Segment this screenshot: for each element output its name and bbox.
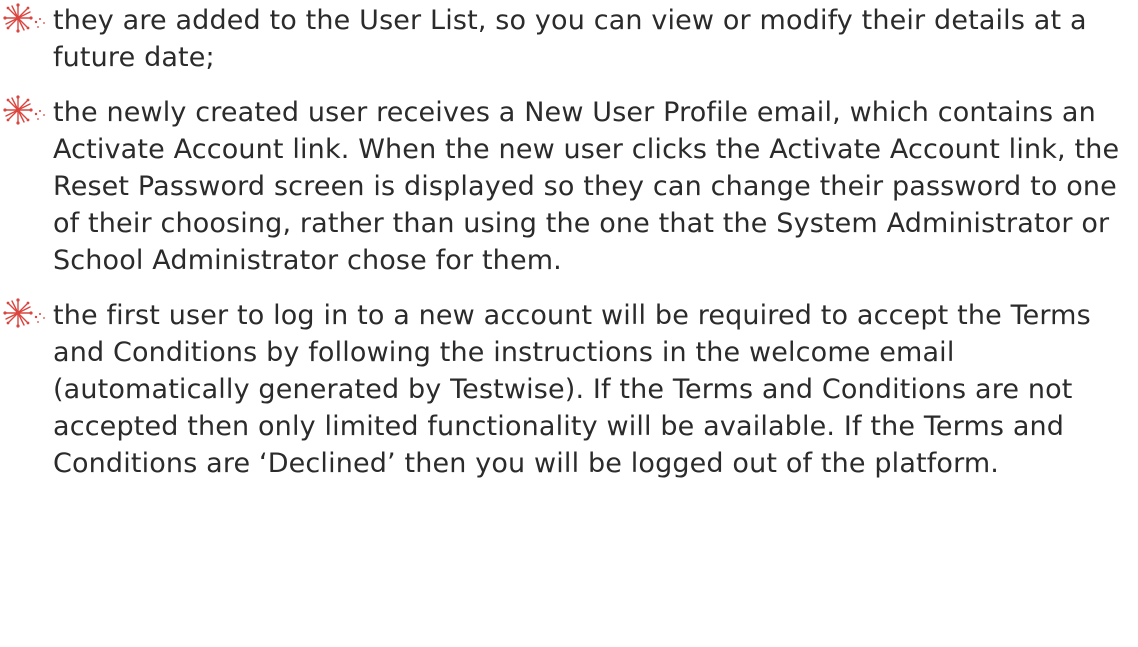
sparkle-star-icon [0, 2, 52, 39]
bullet-text: the first user to log in to a new accoun… [53, 300, 1091, 479]
list-item: the first user to log in to a new accoun… [0, 297, 1138, 482]
bullet-text: the newly created user receives a New Us… [53, 97, 1120, 276]
bullet-text: they are added to the User List, so you … [53, 5, 1087, 73]
sparkle-star-icon [0, 94, 52, 131]
sparkle-star-icon [0, 297, 52, 334]
list-item: they are added to the User List, so you … [0, 2, 1138, 76]
list-item: the newly created user receives a New Us… [0, 94, 1138, 279]
bullet-list: they are added to the User List, so you … [0, 0, 1138, 482]
